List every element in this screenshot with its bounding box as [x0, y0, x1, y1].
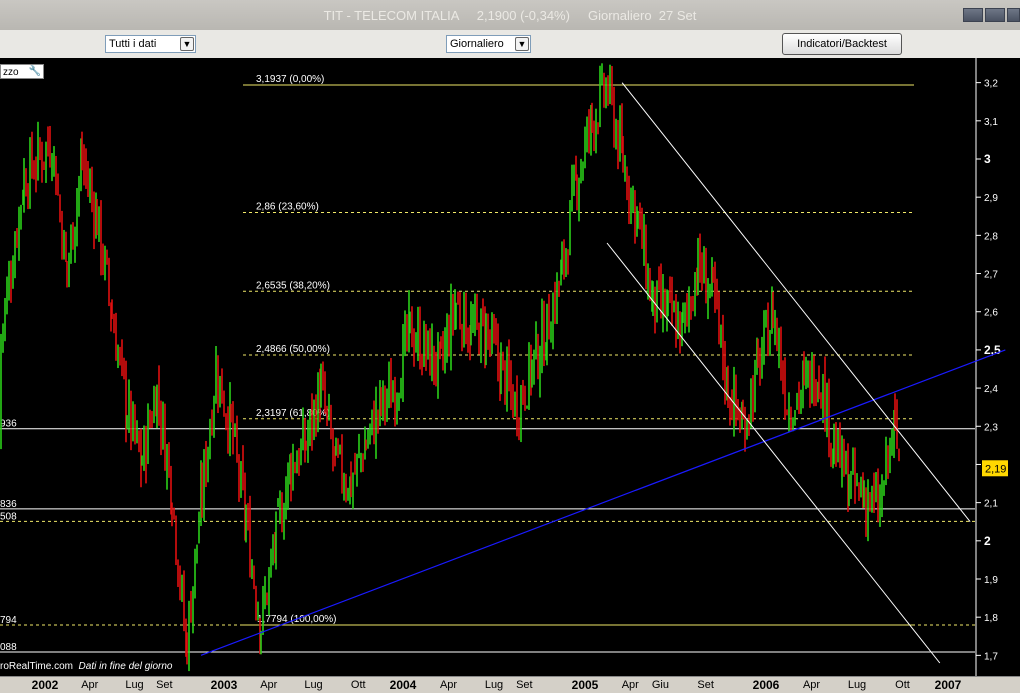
x-tick-label: Apr — [81, 679, 99, 691]
x-tick-label: 2003 — [210, 678, 238, 692]
y-tick-label: 2,9 — [984, 193, 998, 204]
fibonacci-level-label: 2,6535 (38,20%) — [256, 280, 330, 291]
horizontal-level-label: 794 — [0, 615, 17, 626]
y-tick-label: 3,2 — [984, 79, 998, 90]
y-tick-label: 1,7 — [984, 651, 998, 662]
horizontal-level-label: 508 — [0, 511, 17, 522]
y-tick-label: 1,9 — [984, 575, 998, 586]
range-select[interactable]: Tutti i dati ▼ — [105, 35, 196, 53]
range-select-value: Tutti i dati — [109, 38, 157, 50]
horizontal-level-label: 836 — [0, 499, 17, 510]
x-tick-label: Apr — [802, 679, 821, 691]
price-chart[interactable]: 3,23,132,92,82,72,62,52,42,32,22,121,91,… — [0, 58, 1020, 676]
period-select-value: Giornaliero — [450, 38, 504, 50]
dropdown-arrow-icon[interactable]: ▼ — [515, 37, 529, 51]
window-title: TIT - TELECOM ITALIA 2,1900 (-0,34%) Gio… — [323, 8, 697, 23]
x-tick-label: Lug — [125, 679, 144, 691]
x-tick-label: Ott — [895, 679, 910, 691]
y-tick-label: 2,7 — [984, 270, 998, 281]
minimize-icon[interactable] — [963, 8, 983, 22]
x-tick-label: Apr — [260, 679, 278, 691]
data-note: Dati in fine del giorno — [78, 661, 173, 672]
period-select[interactable]: Giornaliero ▼ — [446, 35, 531, 53]
chart-area[interactable]: 3,23,132,92,82,72,62,52,42,32,22,121,91,… — [0, 58, 1020, 693]
study-tab[interactable]: zzo 🔧 — [0, 64, 44, 79]
wrench-icon[interactable]: 🔧 — [29, 66, 41, 78]
close-icon[interactable] — [1007, 8, 1020, 22]
x-tick-label: Giu — [651, 679, 669, 691]
source-label: roRealTime.com — [0, 661, 73, 672]
horizontal-level-label: 936 — [0, 419, 17, 430]
x-tick-label: Apr — [621, 679, 639, 691]
fibonacci-level-label: 3,1937 (0,00%) — [256, 74, 324, 85]
x-tick-label: Set — [156, 679, 173, 691]
horizontal-level-label: 088 — [0, 642, 17, 653]
x-tick-label: Lug — [847, 679, 867, 691]
x-tick-label: 2002 — [31, 678, 59, 692]
dropdown-arrow-icon[interactable]: ▼ — [180, 37, 194, 51]
y-tick-label: 3 — [984, 152, 991, 166]
x-tick-label: Apr — [439, 679, 458, 691]
fibonacci-level-label: 2,4866 (50,00%) — [256, 344, 330, 355]
x-tick-label: 2005 — [571, 678, 599, 692]
y-tick-label: 3,1 — [984, 117, 998, 128]
study-tab-label: zzo — [3, 67, 19, 78]
fibonacci-level-label: 2,3197 (61,80%) — [256, 408, 330, 419]
x-tick-label: Ott — [350, 679, 366, 691]
title-bar: TIT - TELECOM ITALIA 2,1900 (-0,34%) Gio… — [0, 0, 1020, 31]
x-axis: 2002 Apr Lug Set 2003 Apr Lug Ott 2004 Apr Lug Set 2… — [0, 676, 1020, 693]
x-tick-label: Set — [697, 679, 714, 691]
x-tick-label: 2004 — [389, 678, 417, 692]
data-source: roRealTime.com Dati in fine del giorno — [0, 661, 173, 672]
y-tick-label: 2,3 — [984, 422, 998, 433]
y-tick-label: 1,8 — [984, 613, 998, 624]
y-tick-label: 2,1 — [984, 499, 998, 510]
plot-background — [0, 58, 1020, 676]
x-tick-label: Lug — [304, 679, 323, 691]
x-tick-label: Set — [516, 679, 533, 691]
x-tick-label: 2006 — [752, 678, 780, 692]
indicators-backtest-button[interactable]: Indicatori/Backtest — [782, 33, 902, 55]
x-tick-label: 2007 — [934, 678, 962, 692]
fibonacci-level-label: 2,86 (23,60%) — [256, 201, 319, 212]
last-price-label: 2,19 — [985, 463, 1006, 475]
y-tick-label: 2,8 — [984, 231, 998, 242]
maximize-icon[interactable] — [985, 8, 1005, 22]
y-tick-label: 2,6 — [984, 308, 998, 319]
toolbar: Tutti i dati ▼ Giornaliero ▼ Indicatori/… — [0, 30, 1020, 59]
x-tick-label: Lug — [484, 679, 504, 691]
y-tick-label: 2,4 — [984, 384, 998, 395]
y-tick-label: 2 — [984, 534, 991, 548]
